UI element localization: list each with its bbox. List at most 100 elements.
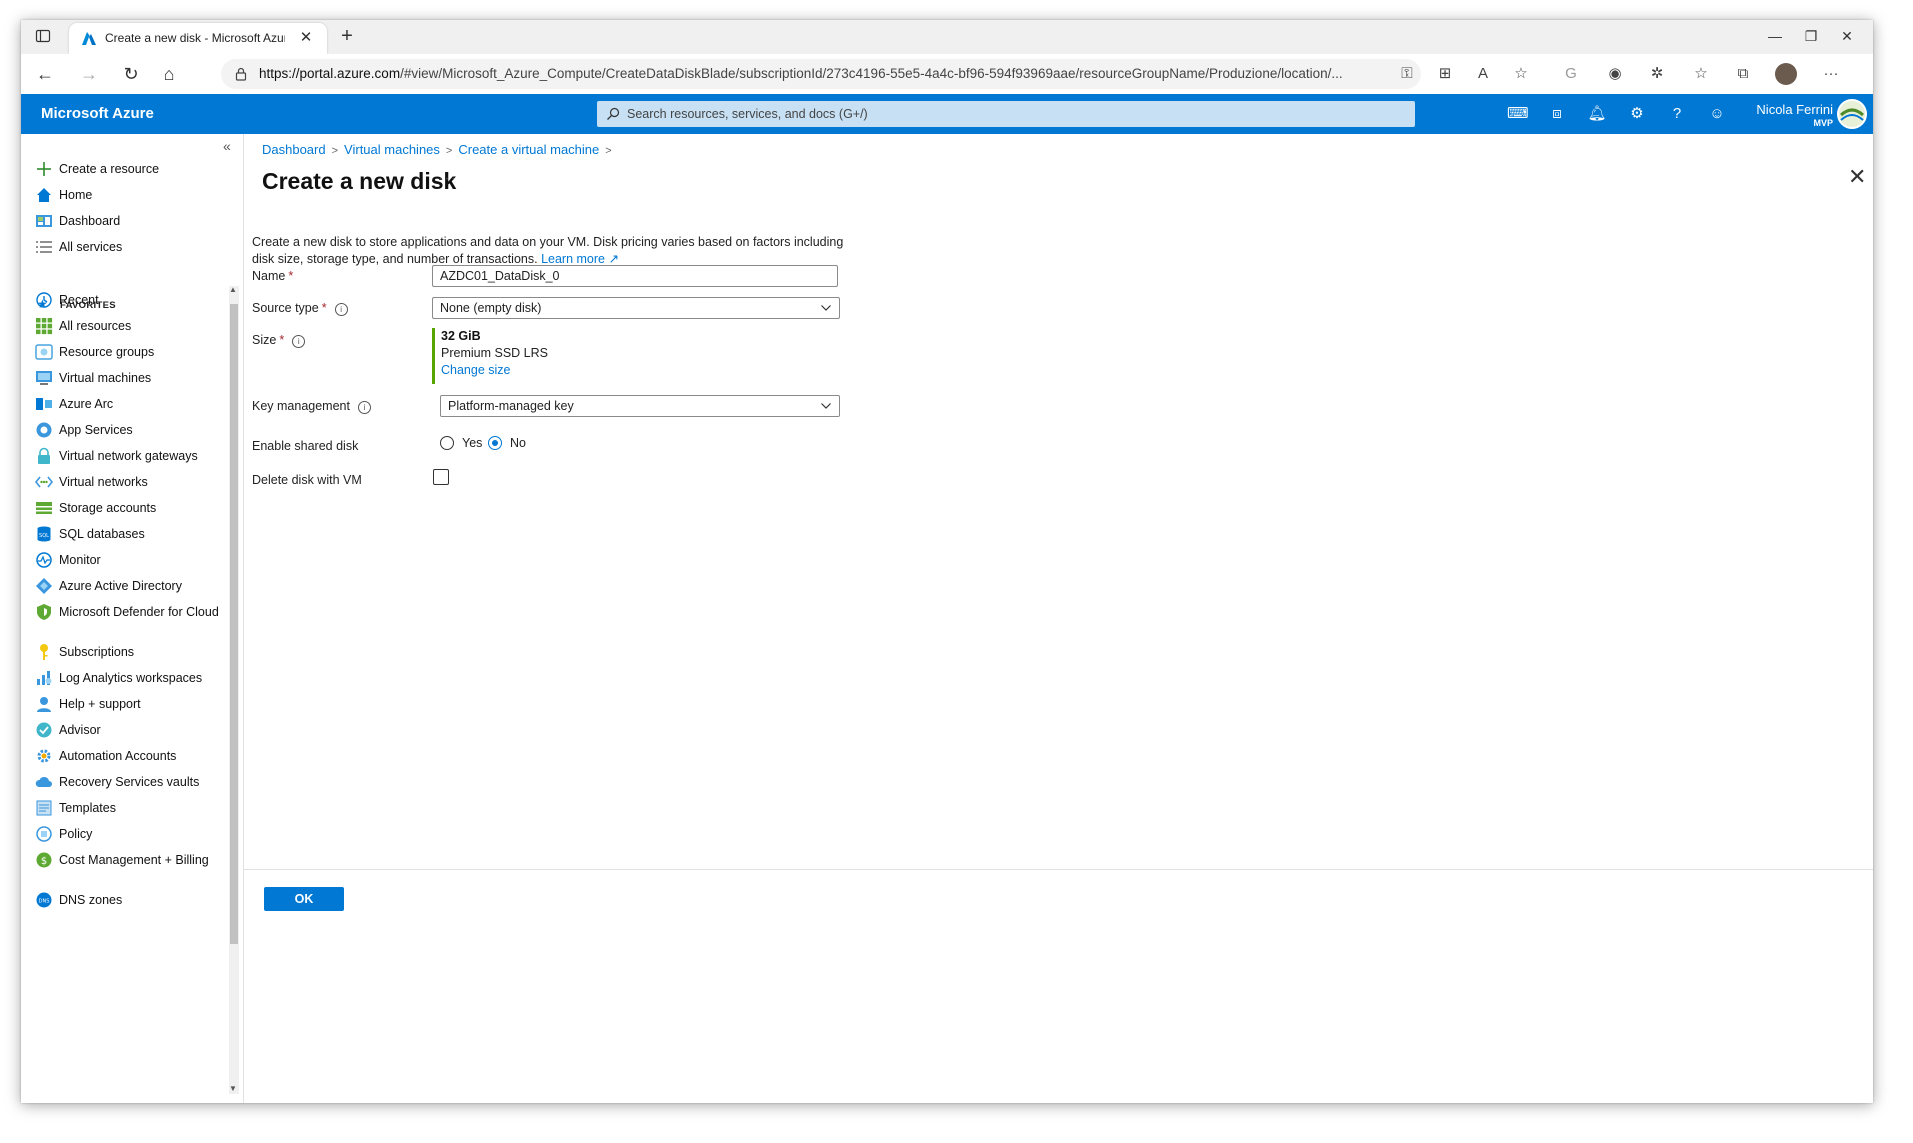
scroll-up-icon[interactable]: ▲: [229, 285, 237, 294]
chevron-down-icon: [821, 305, 831, 311]
sidebar-scroll-thumb[interactable]: [230, 304, 238, 944]
key-icon: [40, 644, 48, 660]
shared-yes-radio[interactable]: [440, 436, 454, 450]
window-close-icon[interactable]: ✕: [1835, 26, 1859, 46]
disk-name-input[interactable]: [432, 265, 838, 287]
minimize-icon[interactable]: —: [1763, 26, 1787, 46]
sidebar-item-resource-groups[interactable]: Resource groups: [35, 339, 225, 365]
sidebar-item-advisor[interactable]: Advisor: [35, 717, 225, 743]
shared-no-label[interactable]: No: [510, 436, 526, 450]
dns-icon: DNS: [36, 892, 52, 908]
browser-menu-icon[interactable]: ···: [1821, 64, 1841, 84]
sidebar-item-virtual-networks[interactable]: Virtual networks: [35, 469, 225, 495]
sidebar-item-recent[interactable]: Recent: [35, 287, 225, 313]
help-icon[interactable]: ?: [1667, 104, 1687, 124]
sidebar-item-automation[interactable]: Automation Accounts: [35, 743, 225, 769]
ok-button[interactable]: OK: [264, 887, 344, 911]
key-management-dropdown[interactable]: Platform-managed key: [440, 395, 840, 417]
search-placeholder: Search resources, services, and docs (G+…: [627, 107, 868, 121]
extension-g-icon[interactable]: G: [1561, 64, 1581, 84]
tab-close-icon[interactable]: ✕: [297, 29, 315, 47]
cloud-icon: [35, 776, 52, 787]
close-blade-icon[interactable]: ✕: [1848, 164, 1866, 190]
forward-icon[interactable]: →: [77, 63, 101, 85]
tab-actions-icon[interactable]: [35, 28, 51, 44]
sidebar-item-monitor[interactable]: Monitor: [35, 547, 225, 573]
size-label-text: Size: [252, 333, 277, 347]
sidebar-item-dns-zones[interactable]: DNS DNS zones: [35, 887, 225, 913]
learn-more-link[interactable]: Learn more ↗: [541, 252, 619, 266]
profile-avatar[interactable]: [1775, 63, 1797, 85]
browser-tab[interactable]: Create a new disk - Microsoft Azure ✕: [69, 23, 327, 54]
apps-icon[interactable]: ⊞: [1435, 64, 1455, 84]
sidebar-item-templates[interactable]: Templates: [35, 795, 225, 821]
user-name[interactable]: Nicola Ferrini: [1749, 102, 1833, 117]
url-path: /#view/Microsoft_Azure_Compute/CreateDat…: [400, 66, 1343, 81]
favorite-add-icon[interactable]: ☆: [1511, 64, 1531, 84]
shared-yes-label[interactable]: Yes: [462, 436, 482, 450]
sidebar-item-storage-accounts[interactable]: Storage accounts: [35, 495, 225, 521]
scroll-down-icon[interactable]: ▼: [229, 1084, 237, 1093]
tab-strip: Create a new disk - Microsoft Azure ✕ + …: [21, 20, 1873, 54]
resource-group-icon: [35, 344, 53, 360]
source-type-dropdown[interactable]: None (empty disk): [432, 297, 840, 319]
sidebar-item-subscriptions[interactable]: Subscriptions: [35, 639, 225, 665]
info-icon[interactable]: i: [292, 335, 306, 348]
extension-lock-icon[interactable]: ◉: [1605, 64, 1625, 84]
sidebar-item-virtual-machines[interactable]: Virtual machines: [35, 365, 225, 391]
url-field[interactable]: https://portal.azure.com/#view/Microsoft…: [221, 59, 1421, 89]
sidebar-item-azure-arc[interactable]: Azure Arc: [35, 391, 225, 417]
brand-title[interactable]: Microsoft Azure: [41, 105, 154, 122]
sidebar-item-cost-management[interactable]: $ Cost Management + Billing: [35, 847, 225, 887]
restore-icon[interactable]: ❐: [1799, 26, 1823, 46]
breadcrumb-dashboard[interactable]: Dashboard: [262, 142, 326, 157]
sidebar-item-help-support[interactable]: Help + support: [35, 691, 225, 717]
sidebar-item-label: Home: [59, 188, 93, 202]
refresh-icon[interactable]: ↻: [119, 63, 143, 85]
extensions-icon[interactable]: ✲: [1647, 64, 1667, 84]
sidebar-item-sql-databases[interactable]: SQL SQL databases: [35, 521, 225, 547]
delete-with-vm-checkbox[interactable]: [433, 469, 449, 485]
source-type-label-text: Source type: [252, 301, 319, 315]
global-search[interactable]: Search resources, services, and docs (G+…: [597, 101, 1415, 127]
sidebar-item-log-analytics[interactable]: Log Analytics workspaces: [35, 665, 225, 691]
sidebar-item-create-resource[interactable]: Create a resource: [35, 156, 225, 182]
user-avatar[interactable]: [1837, 99, 1867, 129]
sidebar-item-recovery-vaults[interactable]: Recovery Services vaults: [35, 769, 225, 795]
sidebar-item-azure-ad[interactable]: Azure Active Directory: [35, 573, 225, 599]
description: Create a new disk to store applications …: [252, 234, 852, 268]
cost-icon: $: [36, 852, 52, 868]
back-icon[interactable]: ←: [33, 63, 57, 85]
shield-icon: [37, 604, 51, 620]
sidebar-item-label: Storage accounts: [59, 501, 157, 515]
sidebar-item-home[interactable]: Home: [35, 182, 225, 208]
more-options-icon[interactable]: ···: [438, 170, 457, 188]
home-browser-icon[interactable]: ⌂: [157, 63, 181, 85]
favorites-icon[interactable]: ☆: [1691, 64, 1711, 84]
sidebar-item-all-resources[interactable]: All resources: [35, 313, 225, 339]
sidebar-item-all-services[interactable]: All services: [35, 234, 225, 260]
feedback-icon[interactable]: ☺: [1707, 104, 1727, 124]
gear-icon: [37, 749, 51, 763]
analytics-icon: [37, 671, 52, 685]
change-size-link[interactable]: Change size: [441, 362, 548, 379]
new-tab-button[interactable]: +: [335, 24, 359, 48]
cloud-shell-icon[interactable]: ⌨: [1507, 104, 1529, 124]
settings-gear-icon[interactable]: ⚙: [1627, 104, 1647, 124]
info-icon[interactable]: i: [357, 401, 371, 414]
breadcrumb-create-vm[interactable]: Create a virtual machine: [458, 142, 599, 157]
sidebar-item-defender[interactable]: Microsoft Defender for Cloud: [35, 599, 225, 639]
key-icon[interactable]: ⚿: [1397, 64, 1417, 84]
read-aloud-icon[interactable]: A: [1473, 64, 1493, 84]
notifications-icon[interactable]: 🔔︎: [1587, 104, 1607, 124]
collections-icon[interactable]: ⧉: [1733, 64, 1753, 84]
directory-filter-icon[interactable]: ⧈: [1547, 104, 1567, 124]
sidebar-item-vnet-gateways[interactable]: Virtual network gateways: [35, 443, 225, 469]
sidebar-item-policy[interactable]: Policy: [35, 821, 225, 847]
sidebar-item-app-services[interactable]: App Services: [35, 417, 225, 443]
shared-no-radio[interactable]: [488, 436, 502, 450]
sidebar-item-dashboard[interactable]: Dashboard: [35, 208, 225, 234]
breadcrumb-virtual-machines[interactable]: Virtual machines: [344, 142, 440, 157]
info-icon[interactable]: i: [334, 303, 348, 316]
collapse-sidebar-icon[interactable]: «: [223, 138, 231, 154]
